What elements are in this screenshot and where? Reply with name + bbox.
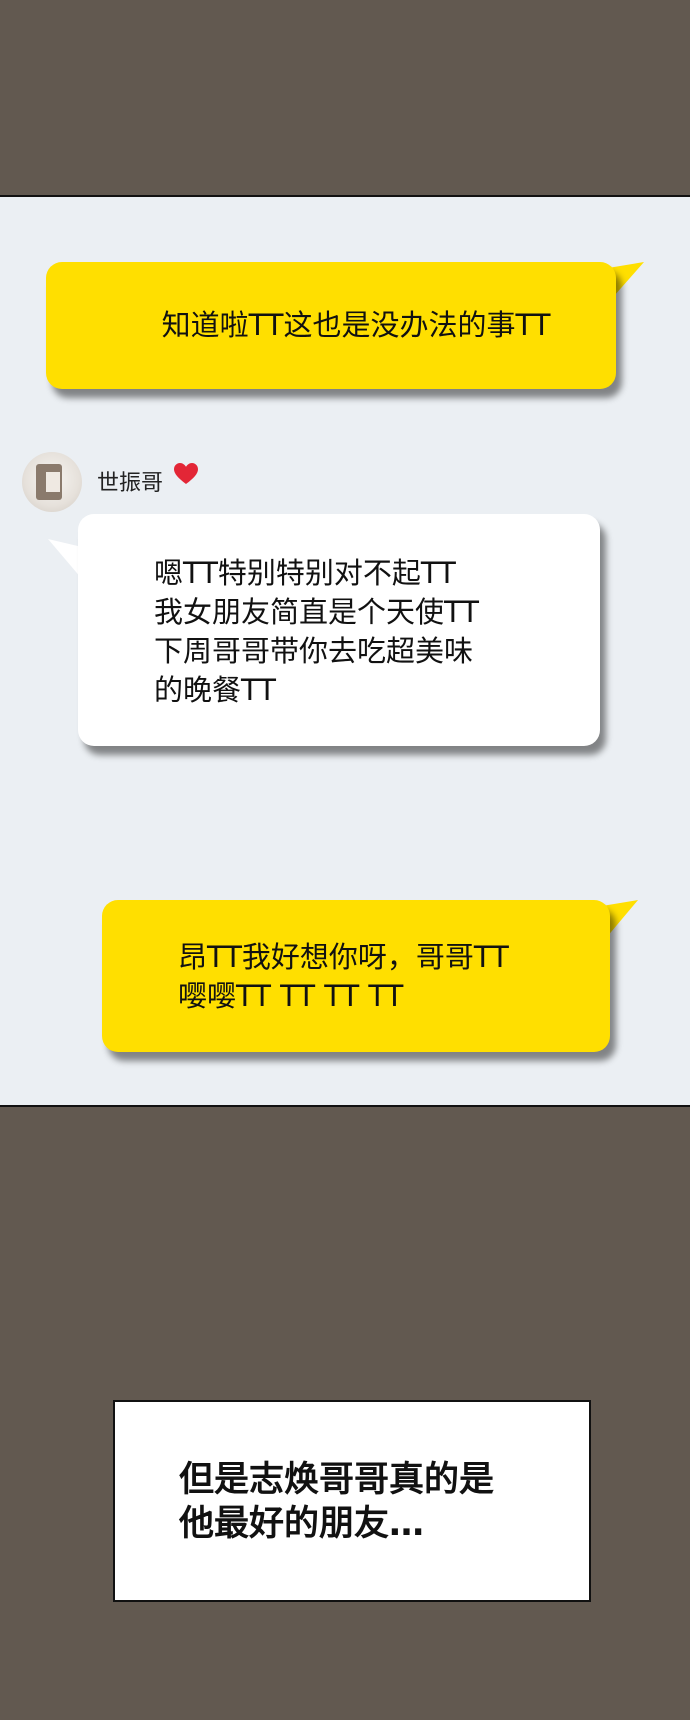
avatar[interactable] — [22, 452, 82, 512]
message-bubble-outgoing[interactable]: 知道啦TT这也是没办法的事TT — [46, 262, 616, 389]
sender-name: 世振哥 — [97, 471, 164, 496]
narration-box: 但是志焕哥哥真的是 他最好的朋友… — [113, 1400, 591, 1602]
message-text: 知道啦TT这也是没办法的事TT — [161, 308, 551, 342]
message-bubble-outgoing[interactable]: 昂TT我好想你呀，哥哥TT 嘤嘤TT TT TT TT — [102, 900, 610, 1052]
heart-icon — [174, 463, 198, 484]
message-bubble-incoming[interactable]: 嗯TT特别特别对不起TT 我女朋友简直是个天使TT 下周哥哥带你去吃超美味 的晚… — [78, 514, 600, 746]
chat-panel: 知道啦TT这也是没办法的事TT 世振哥 嗯TT特别特别对不起TT 我女朋友简直是… — [0, 195, 690, 1107]
message-text: 嗯TT特别特别对不起TT 我女朋友简直是个天使TT 下周哥哥带你去吃超美味 的晚… — [154, 556, 479, 707]
avatar-figure-detail — [46, 472, 60, 492]
message-text: 昂TT我好想你呀，哥哥TT 嘤嘤TT TT TT TT — [178, 940, 509, 1013]
top-band — [0, 0, 690, 195]
narration-text: 但是志焕哥哥真的是 他最好的朋友… — [179, 1460, 495, 1544]
